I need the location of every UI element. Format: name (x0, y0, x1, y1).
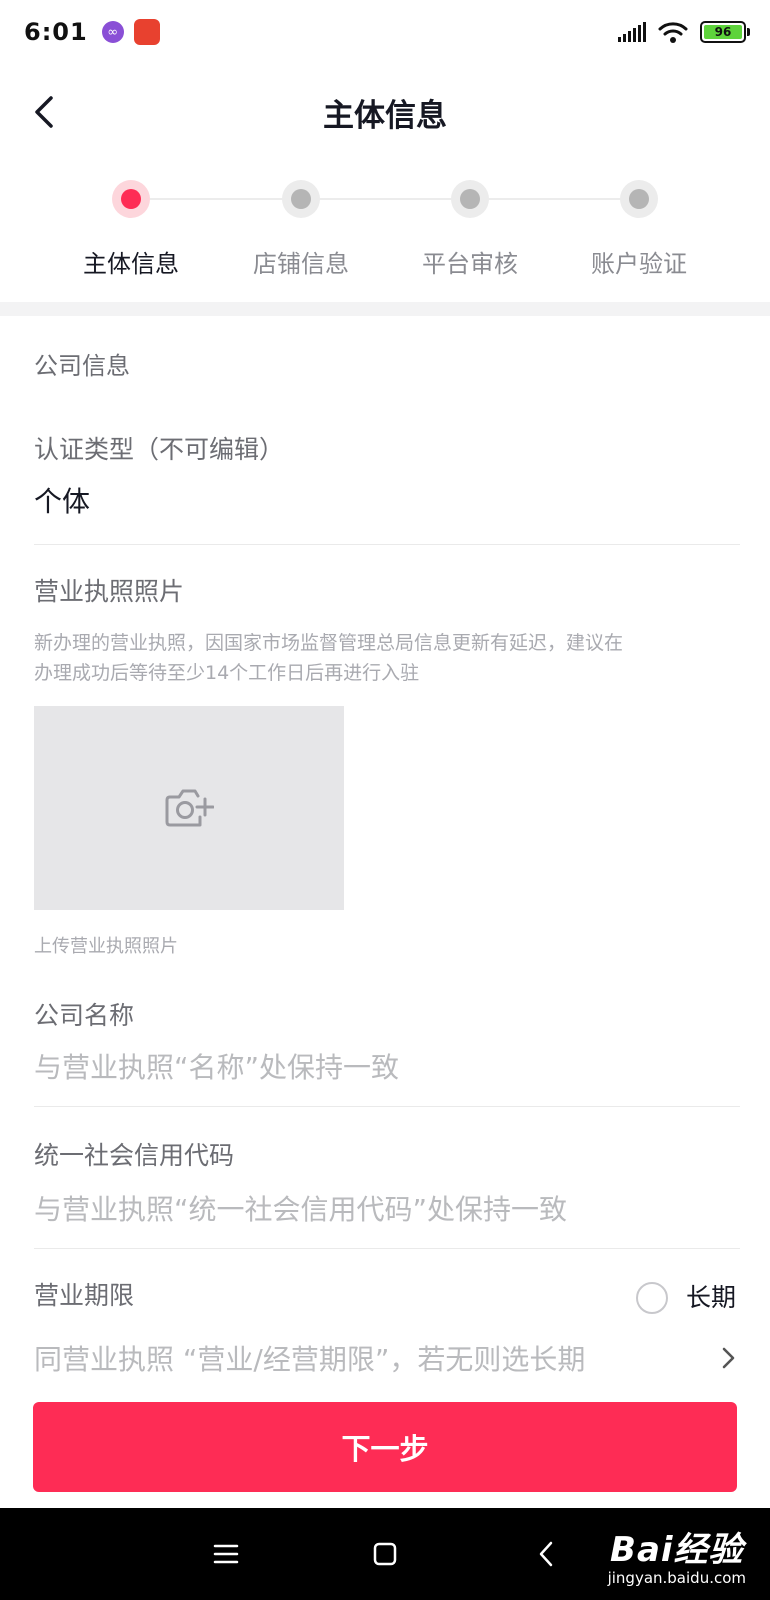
section-title: 公司信息 (34, 352, 130, 380)
license-photo-label: 营业执照照片 (34, 577, 185, 606)
back-button[interactable] (22, 90, 66, 134)
section-divider (0, 302, 770, 316)
battery-icon: 96 (700, 21, 750, 43)
field-divider (34, 544, 740, 545)
nav-home-button[interactable] (365, 1534, 405, 1574)
step-label-2: 店铺信息 (253, 250, 349, 278)
status-bar: 6:01 ∞ 96 (0, 0, 770, 64)
license-upload-area[interactable] (34, 706, 344, 910)
step-dot-3 (451, 180, 489, 218)
camera-plus-icon (165, 789, 214, 827)
license-hint-line-1: 新办理的营业执照，因国家市场监督管理总局信息更新有延迟，建议在 (34, 632, 624, 654)
step-label-1: 主体信息 (83, 250, 179, 278)
wifi-icon (658, 22, 688, 43)
business-term-input[interactable]: 同营业执照 “营业/经营期限”，若无则选长期 (34, 1338, 694, 1378)
business-term-label: 营业期限 (34, 1281, 135, 1310)
status-time: 6:01 (24, 18, 88, 46)
battery-level: 96 (704, 25, 742, 39)
square-icon (373, 1542, 397, 1566)
progress-stepper: 主体信息 店铺信息 平台审核 账户验证 (0, 178, 770, 288)
cert-type-label: 认证类型（不可编辑） (34, 435, 285, 464)
stepper-track (150, 198, 626, 200)
header: 主体信息 (0, 72, 770, 152)
system-nav-bar: Bai经验 jingyan.baidu.com (0, 1508, 770, 1600)
page-title: 主体信息 (323, 97, 447, 134)
step-label-4: 账户验证 (591, 250, 687, 278)
field-divider (34, 1106, 740, 1107)
watermark-logo: Bai经验 (610, 1530, 744, 1570)
step-label-3: 平台审核 (422, 250, 518, 278)
field-divider (34, 1248, 740, 1249)
menu-icon (213, 1544, 239, 1564)
credit-code-input[interactable]: 与营业执照“统一社会信用代码”处保持一致 (34, 1188, 740, 1228)
nav-menu-button[interactable] (206, 1534, 246, 1574)
long-term-radio[interactable] (636, 1282, 668, 1314)
step-dot-2 (282, 180, 320, 218)
notification-app-icon: ∞ (101, 21, 124, 43)
long-term-label[interactable]: 长期 (686, 1278, 736, 1314)
license-hint-line-2: 办理成功后等待至少14个工作日后再进行入驻 (34, 662, 420, 684)
status-icons: 96 (618, 21, 750, 43)
baidu-watermark: Bai经验 jingyan.baidu.com (608, 1522, 746, 1587)
step-dot-1 (112, 180, 150, 218)
back-triangle-icon (539, 1541, 553, 1567)
nav-back-button[interactable] (526, 1534, 566, 1574)
next-step-button[interactable]: 下一步 (33, 1402, 737, 1492)
upload-caption: 上传营业执照照片 (34, 936, 178, 957)
company-name-label: 公司名称 (34, 1001, 135, 1030)
cert-type-value: 个体 (34, 485, 91, 518)
chevron-right-icon[interactable] (716, 1346, 740, 1370)
signal-icon (618, 22, 646, 42)
watermark-url: jingyan.baidu.com (607, 1569, 746, 1587)
step-dot-4 (620, 180, 658, 218)
credit-code-label: 统一社会信用代码 (34, 1141, 235, 1170)
notification-app-icon-2 (133, 19, 160, 45)
company-name-input[interactable]: 与营业执照“名称”处保持一致 (34, 1046, 740, 1086)
chevron-left-icon (35, 96, 53, 128)
